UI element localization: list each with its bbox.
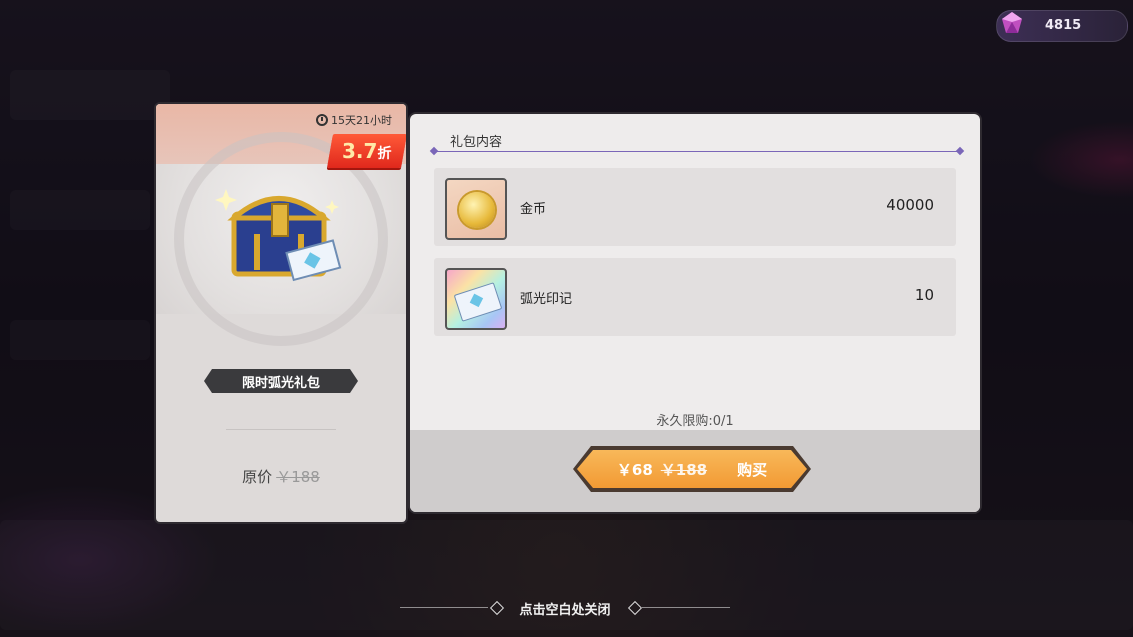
pack-timer: 15天21小时 xyxy=(316,112,392,128)
contents-header: 礼包内容 xyxy=(450,135,503,150)
buy-old-price: ￥188 xyxy=(660,460,708,479)
pack-name: 限时弧光礼包 xyxy=(241,375,320,391)
close-hint[interactable]: 点击空白处关闭 xyxy=(400,598,730,618)
currency-display: 4815 xyxy=(996,10,1128,42)
original-price-label: 原价 xyxy=(242,468,273,486)
divider xyxy=(226,429,336,430)
pack-title-bar: 限时弧光礼包 xyxy=(204,369,358,393)
gold-coin-icon xyxy=(445,178,507,240)
buy-price: ￥68 xyxy=(616,460,653,479)
item-qty: 40000 xyxy=(886,196,934,214)
item-name: 金币 xyxy=(520,202,547,217)
discount-unit: 折 xyxy=(377,146,392,162)
item-name: 弧光印记 xyxy=(520,292,573,307)
pack-contents-panel: 礼包内容 金币 40000 弧光印记 10 永久限购:0/1 ￥68 ￥188 … xyxy=(410,114,980,512)
list-item[interactable]: 金币 40000 xyxy=(434,168,956,246)
buy-button[interactable]: ￥68 ￥188 购买 xyxy=(573,446,811,492)
clock-icon xyxy=(316,114,328,126)
original-price: 原价 ￥188 xyxy=(156,466,406,487)
arc-mark-ticket-icon xyxy=(445,268,507,330)
buy-label: 购买 xyxy=(737,460,768,479)
discount-value: 3.7 xyxy=(342,139,378,163)
currency-amount: 4815 xyxy=(1045,18,1082,33)
header-divider xyxy=(434,151,960,152)
item-qty: 10 xyxy=(914,286,934,304)
purchase-limit: 永久限购:0/1 xyxy=(656,414,734,429)
original-price-value: ￥188 xyxy=(276,468,320,486)
timer-text: 15天21小时 xyxy=(331,114,392,127)
treasure-chest-icon xyxy=(215,189,342,282)
pack-card: 15天21小时 3.7折 限时弧光礼包 原价 ￥188 xyxy=(156,104,406,522)
close-hint-text: 点击空白处关闭 xyxy=(519,603,611,618)
discount-badge: 3.7折 xyxy=(327,134,406,168)
gem-icon xyxy=(1002,12,1022,33)
list-item[interactable]: 弧光印记 10 xyxy=(434,258,956,336)
